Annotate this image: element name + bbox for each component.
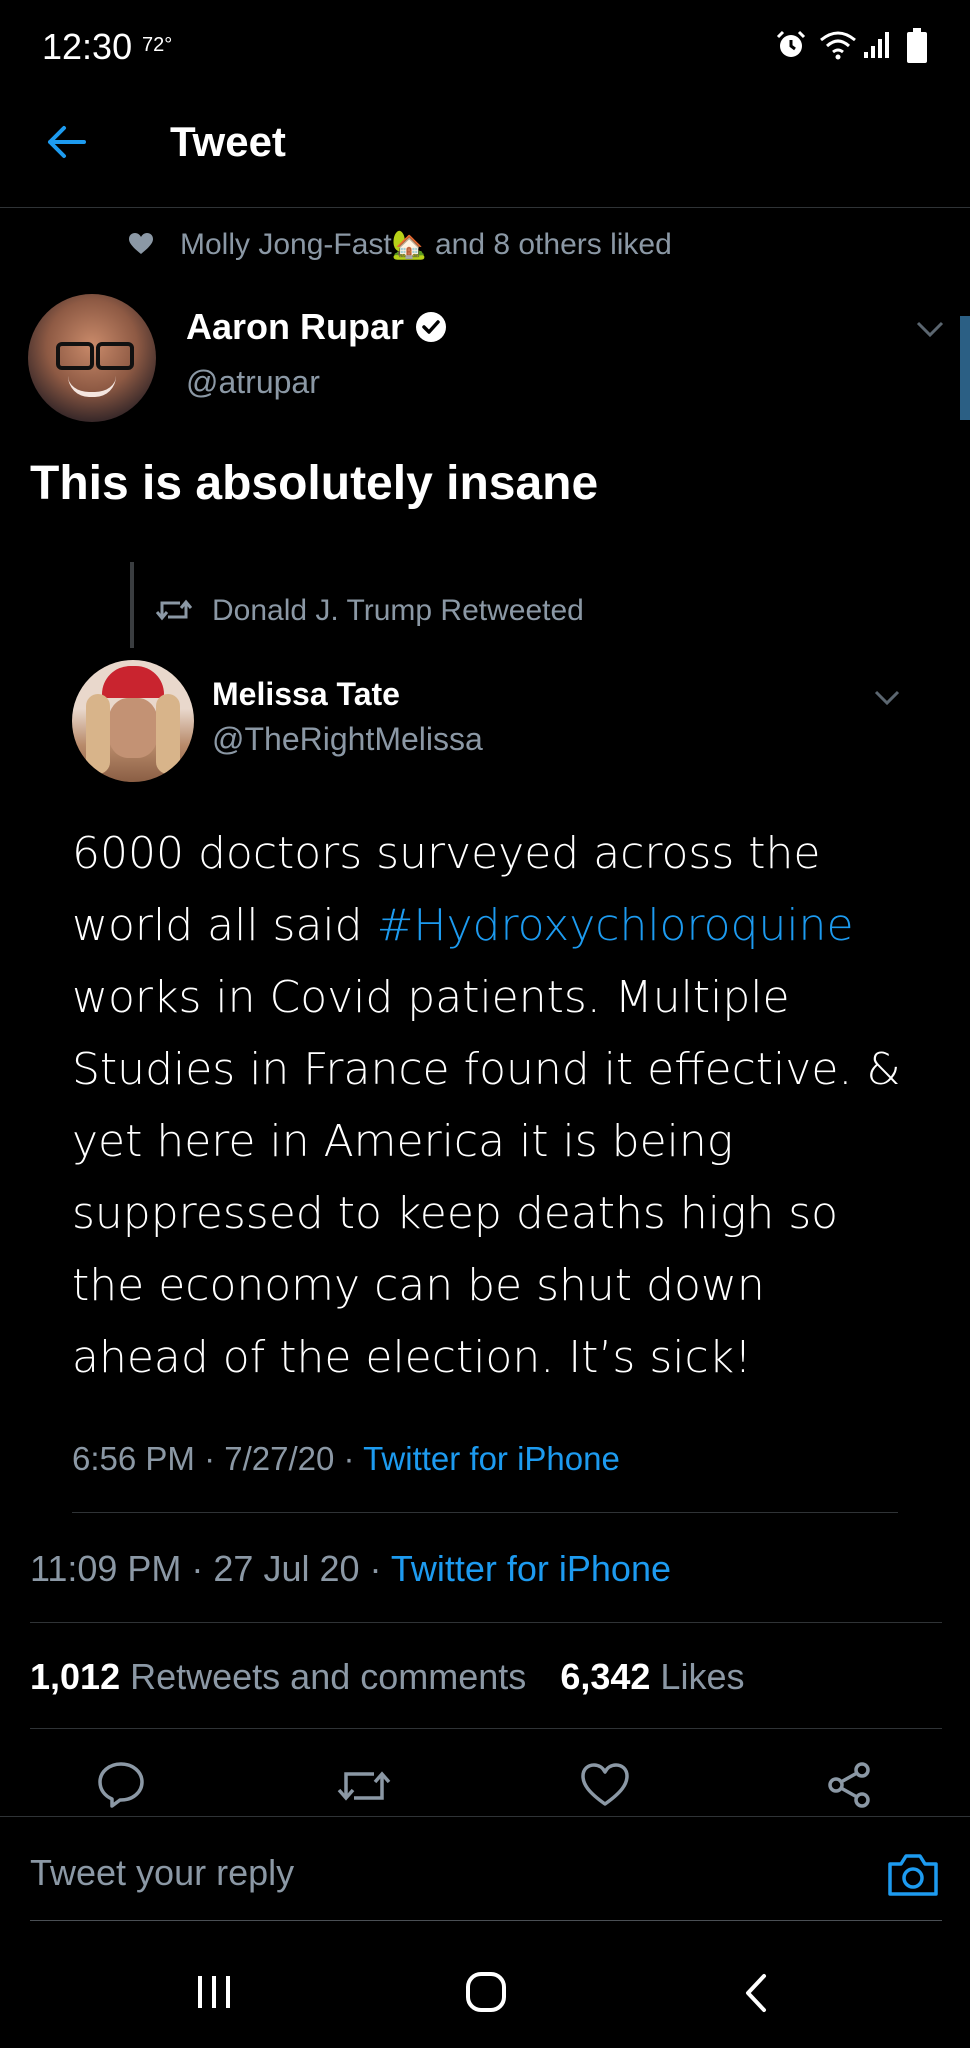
scroll-indicator[interactable] (960, 316, 970, 420)
tweet-timestamp: 11:09 PM · 27 Jul 20 · (30, 1548, 391, 1589)
back-nav-icon[interactable] (740, 1972, 770, 2014)
reply-icon[interactable] (96, 1760, 146, 1808)
like-heart-icon[interactable] (580, 1762, 630, 1808)
action-bar-divider (0, 1816, 970, 1817)
quoted-text: 6000 doctors surveyed across the world a… (72, 818, 912, 1394)
header: Tweet (0, 90, 970, 208)
quoted-author-handle[interactable]: @TheRightMelissa (212, 721, 483, 758)
house-emoji: 🏡 (391, 229, 427, 260)
share-icon[interactable] (824, 1760, 874, 1810)
author-block[interactable]: Aaron Rupar @atrupar (186, 306, 448, 401)
hashtag-link[interactable]: #Hydroxychloroquine (377, 900, 854, 951)
tweet-text: This is absolutely insane (30, 457, 599, 510)
heart-small-icon (129, 233, 153, 254)
quoted-divider (72, 1512, 898, 1513)
retweeted-by[interactable]: Donald J. Trump Retweeted (212, 594, 584, 628)
quoted-author-name[interactable]: Melissa Tate (212, 676, 483, 713)
chevron-down-icon[interactable] (914, 318, 946, 340)
quoted-timestamp: 6:56 PM · 7/27/20 · (72, 1440, 364, 1477)
recent-apps-icon[interactable] (194, 1972, 234, 2012)
social-context[interactable]: Molly Jong-Fast🏡 and 8 others liked (180, 228, 672, 262)
back-arrow-icon[interactable] (44, 120, 88, 164)
home-icon[interactable] (464, 1970, 508, 2014)
camera-icon[interactable] (886, 1850, 940, 1898)
retweet-icon[interactable] (336, 1764, 392, 1808)
retweet-small-icon (156, 599, 192, 621)
avatar[interactable] (28, 294, 156, 422)
quoted-source-link[interactable]: Twitter for iPhone (363, 1440, 620, 1477)
likes-stat[interactable]: 6,342 Likes (560, 1656, 744, 1697)
author-name[interactable]: Aaron Rupar (186, 306, 404, 348)
status-time: 12:30 (42, 26, 133, 67)
stats-divider (30, 1728, 942, 1729)
quoted-text-end: works in Covid patients. Multiple Studie… (72, 972, 901, 1383)
reply-box[interactable]: Tweet your reply (30, 1852, 942, 1916)
likes-label: Likes (660, 1656, 745, 1697)
author-handle[interactable]: @atrupar (186, 364, 448, 401)
liked-by-name[interactable]: Molly Jong-Fast (180, 228, 392, 261)
quoted-chevron-down-icon[interactable] (872, 688, 902, 708)
thread-connector-line (130, 562, 134, 648)
quoted-timestamp-row: 6:56 PM · 7/27/20 · Twitter for iPhone (72, 1440, 620, 1478)
reply-input[interactable]: Tweet your reply (30, 1852, 294, 1893)
retweets-count: 1,012 (30, 1656, 121, 1697)
timestamp-row: 11:09 PM · 27 Jul 20 · Twitter for iPhon… (30, 1548, 671, 1590)
battery-icon (907, 28, 927, 63)
quoted-avatar[interactable] (72, 660, 194, 782)
retweets-label: Retweets and comments (130, 1656, 527, 1697)
page-title: Tweet (170, 118, 286, 165)
verified-badge-icon (416, 312, 447, 342)
likes-count: 6,342 (560, 1656, 651, 1697)
timestamp-divider (30, 1622, 942, 1623)
alarm-icon (776, 30, 806, 57)
header-divider (0, 207, 970, 208)
tweet-source-link[interactable]: Twitter for iPhone (391, 1548, 671, 1589)
wifi-icon (820, 31, 856, 60)
liked-by-suffix: and 8 others liked (434, 228, 672, 261)
retweets-stat[interactable]: 1,012 Retweets and comments (30, 1656, 536, 1697)
status-bar: 12:30 72° (0, 0, 970, 90)
reply-underline (30, 1920, 942, 1921)
quoted-author-block[interactable]: Melissa Tate @TheRightMelissa (212, 676, 483, 758)
stats-row: 1,012 Retweets and comments 6,342 Likes (30, 1656, 744, 1698)
signal-icon (864, 32, 889, 58)
status-temperature: 72° (142, 34, 173, 56)
